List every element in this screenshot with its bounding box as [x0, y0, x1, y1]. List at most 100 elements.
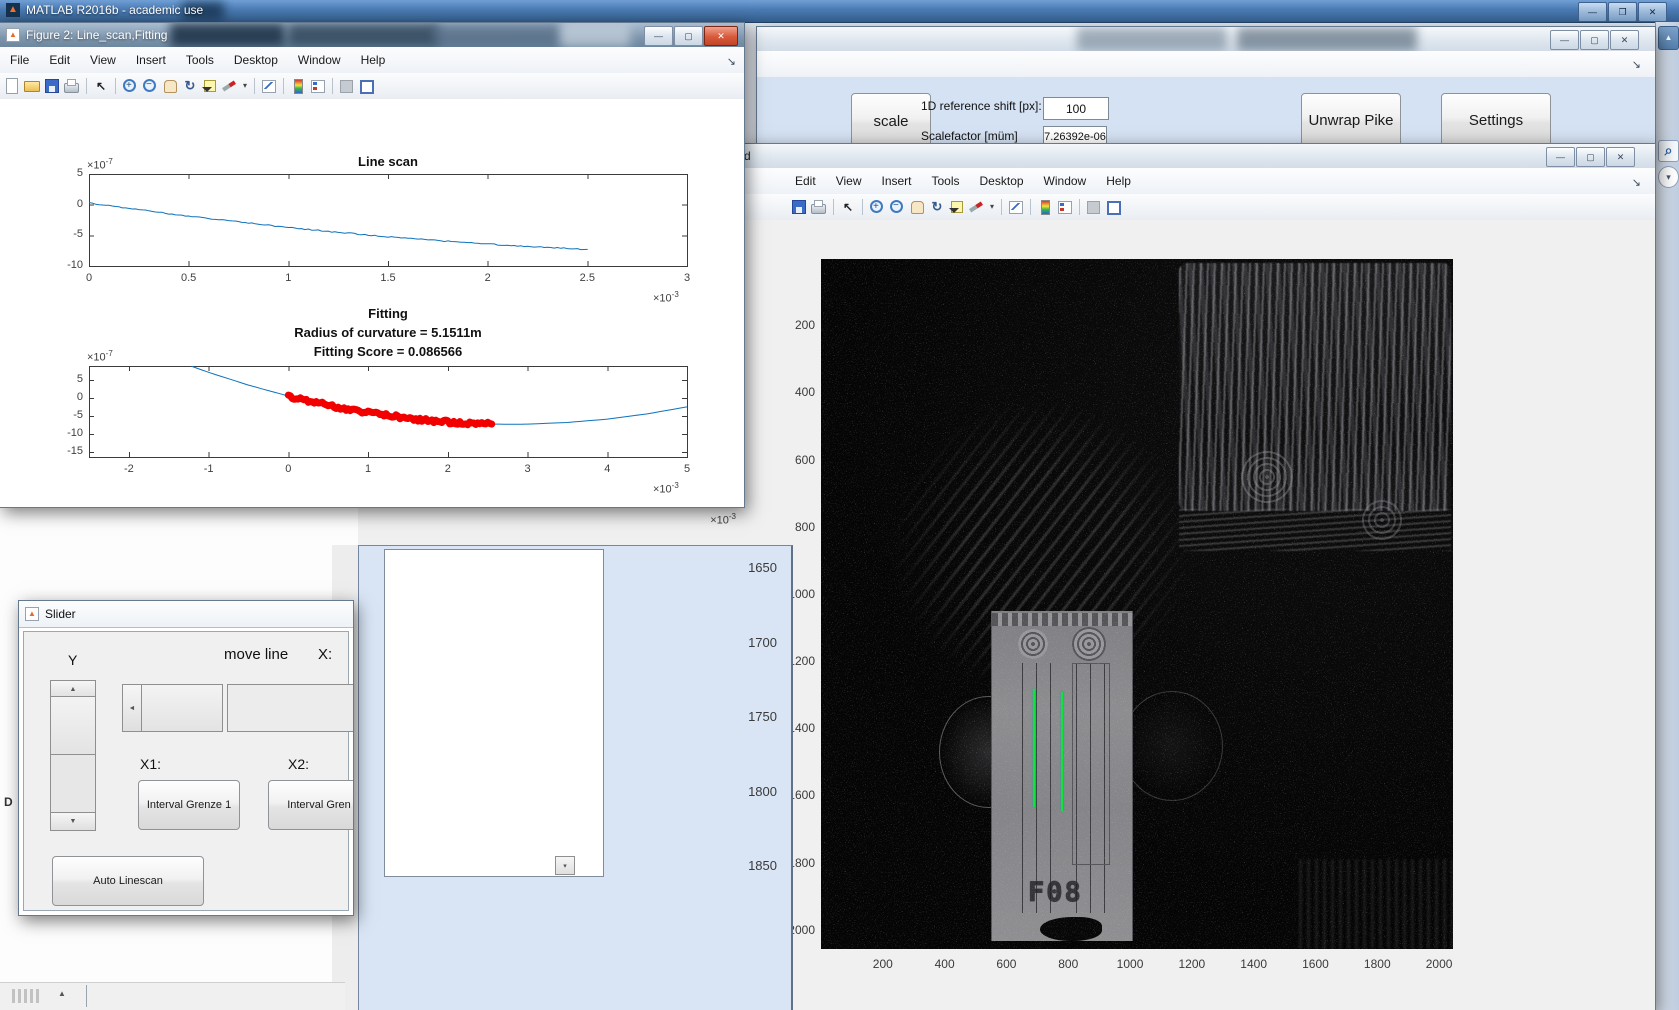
print-icon[interactable] [810, 199, 828, 215]
plot-tools-off-icon[interactable] [1085, 199, 1103, 215]
sidebar-collapse-tab[interactable]: ▲ [1658, 26, 1679, 50]
resize-grip-icon[interactable] [12, 989, 15, 1003]
maximize-button[interactable]: ▢ [1576, 147, 1605, 167]
brush-icon[interactable] [221, 78, 239, 94]
zoom-out-icon[interactable] [888, 199, 906, 215]
unwrap-pike-button[interactable]: Unwrap Pike [1301, 93, 1401, 147]
expand-arrow-icon[interactable]: ▲ [58, 989, 66, 998]
line-scan-plot[interactable] [89, 174, 689, 268]
settings-button[interactable]: Settings [1441, 93, 1551, 147]
y-slider-thumb[interactable] [50, 696, 96, 757]
figure2-titlebar: ▲ Figure 2: Line_scan,Fitting — ▢ ✕ [0, 23, 744, 48]
search-button[interactable]: ⌕ [1658, 140, 1679, 162]
menu-item-insert[interactable]: Insert [126, 53, 176, 67]
brush-dropdown-icon[interactable]: ▾ [988, 199, 996, 215]
auto-linescan-button[interactable]: Auto Linescan [52, 856, 204, 906]
plot-tools-off-icon[interactable] [338, 78, 356, 94]
save-icon[interactable] [43, 78, 61, 94]
brush-dropdown-icon[interactable]: ▾ [241, 78, 249, 94]
data-cursor-icon[interactable] [948, 199, 966, 215]
menu-item-view[interactable]: View [826, 174, 872, 188]
plot-tools-on-icon[interactable] [358, 78, 376, 94]
zoom-out-icon[interactable] [141, 78, 159, 94]
menu-item-window[interactable]: Window [288, 53, 351, 67]
restore-button[interactable]: ❐ [1608, 2, 1637, 22]
colorbar-icon[interactable] [289, 78, 307, 94]
rotate-icon[interactable]: ↻ [928, 199, 946, 215]
close-button[interactable]: ✕ [1638, 2, 1667, 22]
maximize-button[interactable]: ▢ [1580, 30, 1609, 50]
chevron-down-icon: ▾ [1666, 172, 1671, 182]
pan-icon[interactable] [161, 78, 179, 94]
zoom-in-icon[interactable] [121, 78, 139, 94]
dock-arrow-icon[interactable]: ↘ [1632, 176, 1641, 189]
zoom-in-icon[interactable] [868, 199, 886, 215]
x2-label: X2: [288, 756, 310, 772]
close-button[interactable]: ✕ [1610, 30, 1639, 50]
ref-shift-input[interactable] [1043, 97, 1109, 120]
close-button[interactable]: ✕ [704, 26, 738, 46]
colorbar-icon[interactable] [1036, 199, 1054, 215]
tick-label: 1750 [748, 709, 777, 724]
menu-item-desktop[interactable]: Desktop [970, 174, 1034, 188]
close-icon: ✕ [1620, 34, 1629, 45]
data-cursor-icon[interactable] [201, 78, 219, 94]
menu-item-tools[interactable]: Tools [922, 174, 970, 188]
menu-item-desktop[interactable]: Desktop [224, 53, 288, 67]
docked-panel-letter: D [4, 795, 13, 809]
y-slider-down-button[interactable]: ▼ [50, 812, 96, 831]
menu-item-help[interactable]: Help [1096, 174, 1141, 188]
pan-icon[interactable] [908, 199, 926, 215]
plot-tools-on-icon[interactable] [1105, 199, 1123, 215]
interval-grenze2-button[interactable]: Interval Gren [268, 780, 353, 830]
new-icon[interactable] [3, 78, 21, 94]
close-button[interactable]: ✕ [1606, 147, 1635, 167]
panel-menu-button[interactable]: ▾ [1658, 166, 1679, 188]
interval-grenze1-button[interactable]: Interval Grenze 1 [138, 780, 240, 830]
image-figure-canvas: F08 200 400 600 800 1000 1200 1400 1600 1800 2000… [737, 220, 1655, 1010]
blurred-background-window [1237, 27, 1417, 51]
legend-icon[interactable] [309, 78, 327, 94]
menu-item-help[interactable]: Help [351, 53, 396, 67]
green-marker-line [1061, 692, 1063, 811]
brush-icon[interactable] [968, 199, 986, 215]
menu-item-edit[interactable]: Edit [785, 174, 826, 188]
y-slider-track[interactable] [50, 754, 96, 815]
listbox-scroll-button[interactable]: ▾ [555, 856, 575, 875]
link-plots-icon[interactable] [1007, 199, 1025, 215]
y-label: Y [68, 652, 78, 668]
up-arrow-icon: ▲ [69, 686, 77, 693]
open-icon[interactable] [23, 78, 41, 94]
cursor-icon[interactable]: ↖ [839, 199, 857, 215]
minimize-button[interactable]: — [644, 26, 673, 46]
rotate-icon[interactable]: ↻ [181, 78, 199, 94]
menu-item-file[interactable]: File [0, 53, 39, 67]
link-plots-icon[interactable] [260, 78, 278, 94]
scale-button[interactable]: scale [851, 93, 931, 148]
cursor-icon[interactable]: ↖ [92, 78, 110, 94]
toolbar-separator [115, 78, 116, 94]
tick-label: 1400 [1240, 957, 1267, 971]
interferogram-image[interactable]: F08 [821, 259, 1453, 949]
legend-icon[interactable] [1056, 199, 1074, 215]
maximize-icon: ▢ [1586, 151, 1595, 162]
print-icon[interactable] [63, 78, 81, 94]
menu-item-edit[interactable]: Edit [39, 53, 80, 67]
minimize-button[interactable]: — [1550, 30, 1579, 50]
tick-label: 2 [484, 272, 491, 284]
menu-item-window[interactable]: Window [1034, 174, 1097, 188]
dock-arrow-icon[interactable]: ↘ [727, 55, 736, 68]
x-slider-thumb[interactable] [141, 684, 223, 732]
menu-item-view[interactable]: View [80, 53, 126, 67]
menu-item-insert[interactable]: Insert [871, 174, 921, 188]
minimize-button[interactable]: — [1578, 2, 1607, 22]
save-icon[interactable] [790, 199, 808, 215]
x-slider-track[interactable] [227, 684, 353, 732]
x-slider-left-button[interactable]: ◄ [122, 684, 142, 732]
minimize-button[interactable]: — [1546, 147, 1575, 167]
listbox[interactable] [384, 549, 604, 877]
maximize-button[interactable]: ▢ [674, 26, 703, 46]
fitting-plot[interactable] [89, 366, 689, 459]
menu-item-tools[interactable]: Tools [176, 53, 224, 67]
dock-arrow-icon[interactable]: ↘ [1632, 58, 1641, 71]
